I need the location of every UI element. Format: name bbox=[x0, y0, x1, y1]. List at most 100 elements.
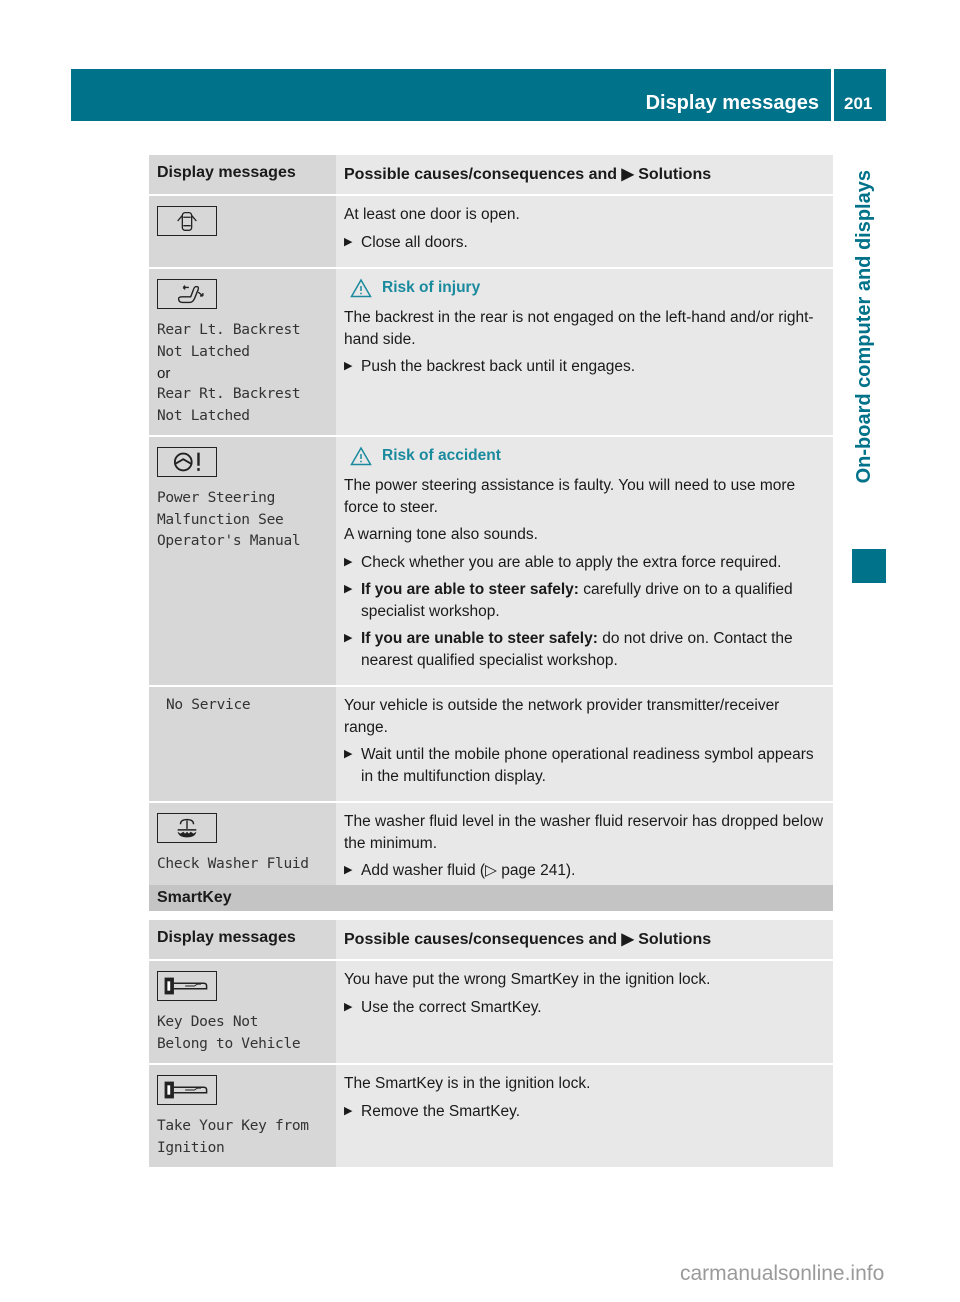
display-cell: Take Your Key from Ignition bbox=[149, 1063, 336, 1167]
display-message: Ignition bbox=[157, 1139, 225, 1156]
display-message: No Service bbox=[166, 697, 251, 713]
cause-text: The SmartKey is in the ignition lock. bbox=[344, 1075, 591, 1092]
section-title: SmartKey bbox=[157, 889, 232, 906]
display-message: Key Does Not bbox=[157, 1014, 259, 1030]
bullet-arrow-icon: ▶ bbox=[344, 235, 353, 248]
page-title: Display messages bbox=[645, 92, 819, 114]
display-message: Not Latched bbox=[157, 407, 250, 424]
display-message: Not Latched bbox=[157, 343, 250, 360]
warning-text: Risk of accident bbox=[382, 447, 501, 464]
warning-text: Risk of injury bbox=[382, 279, 481, 296]
cause-text: At least one door is open. bbox=[344, 206, 520, 223]
or-label: or bbox=[157, 365, 171, 382]
display-message: Rear Lt. Backrest bbox=[157, 322, 301, 338]
table-row: No Service Your vehicle is outside the n… bbox=[149, 685, 833, 801]
cause-cell: Risk of injury The backrest in the rear … bbox=[336, 267, 833, 435]
warning-triangle-icon bbox=[350, 446, 372, 466]
solution-text: Wait until the mobile phone operational … bbox=[361, 746, 814, 785]
warning-triangle-icon bbox=[350, 278, 372, 298]
page-number-box: 201 bbox=[834, 69, 886, 121]
power-steering-warning-icon bbox=[157, 447, 217, 477]
display-cell: Power Steering Malfunction See Operator'… bbox=[149, 435, 336, 685]
table-row: Take Your Key from Ignition The SmartKey… bbox=[149, 1063, 833, 1167]
cause-cell: The washer fluid level in the washer flu… bbox=[336, 801, 833, 896]
door-open-icon bbox=[157, 206, 217, 236]
washer-fluid-icon bbox=[157, 813, 217, 843]
solution-step: ▶ If you are unable to steer safely: do n… bbox=[344, 628, 825, 671]
bullet-arrow-icon: ▶ bbox=[621, 931, 634, 948]
bullet-arrow-icon: ▶ bbox=[344, 360, 353, 372]
bullet-arrow-icon: ▶ bbox=[344, 632, 353, 644]
bullet-arrow-icon: ▶ bbox=[344, 1000, 353, 1013]
display-cell: No Service bbox=[149, 685, 336, 801]
column-header-display: Display messages bbox=[149, 155, 336, 194]
cause-cell: At least one door is open. ▶ Close all do… bbox=[336, 194, 833, 267]
section-heading-smartkey: SmartKey bbox=[149, 885, 833, 911]
solution-step: ▶ Use the correct SmartKey. bbox=[344, 997, 825, 1019]
column-header-causes: Possible causes/consequences and ▶ Solut… bbox=[336, 920, 833, 959]
chapter-side-tab: On-board computer and displays bbox=[848, 170, 880, 530]
solution-step: ▶ Push the backrest back until it engages… bbox=[344, 356, 825, 378]
solution-step: ▶ Check whether you are able to apply the… bbox=[344, 552, 825, 574]
solution-text: Remove the SmartKey. bbox=[361, 1102, 521, 1120]
display-messages-table: Display messages Possible causes/consequ… bbox=[149, 155, 833, 896]
header-bar: Display messages bbox=[71, 69, 831, 121]
solution-step: ▶ Remove the SmartKey. bbox=[344, 1101, 825, 1123]
column-header-display: Display messages bbox=[149, 920, 336, 959]
cause-text: The power steering assistance is faulty.… bbox=[344, 477, 796, 516]
display-message: Take Your Key from bbox=[157, 1118, 309, 1134]
cause-text: The washer fluid level in the washer flu… bbox=[344, 813, 824, 852]
table-row: Rear Lt. Backrest Not Latched or Rear Rt… bbox=[149, 267, 833, 435]
solution-text: Use the correct SmartKey. bbox=[361, 998, 542, 1016]
table-header-row: Display messages Possible causes/consequ… bbox=[149, 155, 833, 194]
display-cell: Key Does Not Belong to Vehicle bbox=[149, 959, 336, 1063]
table-row: Power Steering Malfunction See Operator'… bbox=[149, 435, 833, 685]
table-row: At least one door is open. ▶ Close all do… bbox=[149, 194, 833, 267]
solution-text: Close all doors. bbox=[361, 233, 468, 251]
solution-text: Check whether you are able to apply the … bbox=[361, 553, 782, 571]
page-reference-link[interactable]: Add washer fluid (▷ page 241). bbox=[361, 862, 575, 879]
table-row: Check Washer Fluid The washer fluid leve… bbox=[149, 801, 833, 896]
smartkey-messages-table: Display messages Possible causes/consequ… bbox=[149, 920, 833, 1167]
cause-text: The backrest in the rear is not engaged … bbox=[344, 309, 814, 348]
rear-backrest-icon bbox=[157, 279, 217, 309]
bullet-arrow-icon: ▶ bbox=[344, 555, 353, 568]
table-row: Key Does Not Belong to Vehicle You have … bbox=[149, 959, 833, 1063]
cause-cell: Risk of accident The power steering assi… bbox=[336, 435, 833, 685]
cause-cell: The SmartKey is in the ignition lock. ▶ R… bbox=[336, 1063, 833, 1167]
cause-text: Your vehicle is outside the network prov… bbox=[344, 697, 780, 736]
bullet-arrow-icon: ▶ bbox=[344, 748, 353, 760]
warning-heading: Risk of accident bbox=[344, 445, 825, 467]
cause-text: You have put the wrong SmartKey in the i… bbox=[344, 971, 711, 988]
solution-text: Push the backrest back until it engages. bbox=[361, 358, 635, 375]
bullet-arrow-icon: ▶ bbox=[344, 583, 353, 595]
display-message: Rear Rt. Backrest bbox=[157, 386, 301, 402]
display-cell: Check Washer Fluid bbox=[149, 801, 336, 896]
solution-step: ▶ If you are able to steer safely: carefu… bbox=[344, 579, 825, 622]
display-message: Check Washer Fluid bbox=[157, 856, 309, 872]
solution-condition: If you are unable to steer safely: bbox=[361, 630, 598, 647]
cause-cell: You have put the wrong SmartKey in the i… bbox=[336, 959, 833, 1063]
solution-step: ▶ Close all doors. bbox=[344, 232, 825, 254]
display-cell bbox=[149, 194, 336, 267]
smartkey-icon bbox=[157, 1075, 217, 1105]
warning-heading: Risk of injury bbox=[344, 277, 825, 299]
watermark: carmanualsonline.info bbox=[680, 1262, 885, 1285]
column-header-solutions-text: Solutions bbox=[638, 931, 712, 948]
display-cell: Rear Lt. Backrest Not Latched or Rear Rt… bbox=[149, 267, 336, 435]
display-message: Power Steering bbox=[157, 490, 276, 506]
bullet-arrow-icon: ▶ bbox=[621, 166, 634, 183]
solution-step: ▶ Add washer fluid (▷ page 241). bbox=[344, 860, 825, 882]
chapter-title: On-board computer and displays bbox=[853, 170, 875, 484]
display-message: Operator's Manual bbox=[157, 533, 301, 549]
column-header-causes: Possible causes/consequences and ▶ Solut… bbox=[336, 155, 833, 194]
chapter-marker bbox=[852, 549, 886, 583]
page-number: 201 bbox=[844, 94, 873, 113]
smartkey-icon bbox=[157, 971, 217, 1001]
cause-text: A warning tone also sounds. bbox=[344, 526, 538, 543]
display-message: Malfunction See bbox=[157, 511, 284, 528]
bullet-arrow-icon: ▶ bbox=[344, 1104, 353, 1117]
column-header-solutions-text: Solutions bbox=[638, 166, 712, 183]
column-header-causes-text: Possible causes/consequences and bbox=[344, 166, 618, 183]
solution-condition: If you are able to steer safely: bbox=[361, 581, 579, 598]
